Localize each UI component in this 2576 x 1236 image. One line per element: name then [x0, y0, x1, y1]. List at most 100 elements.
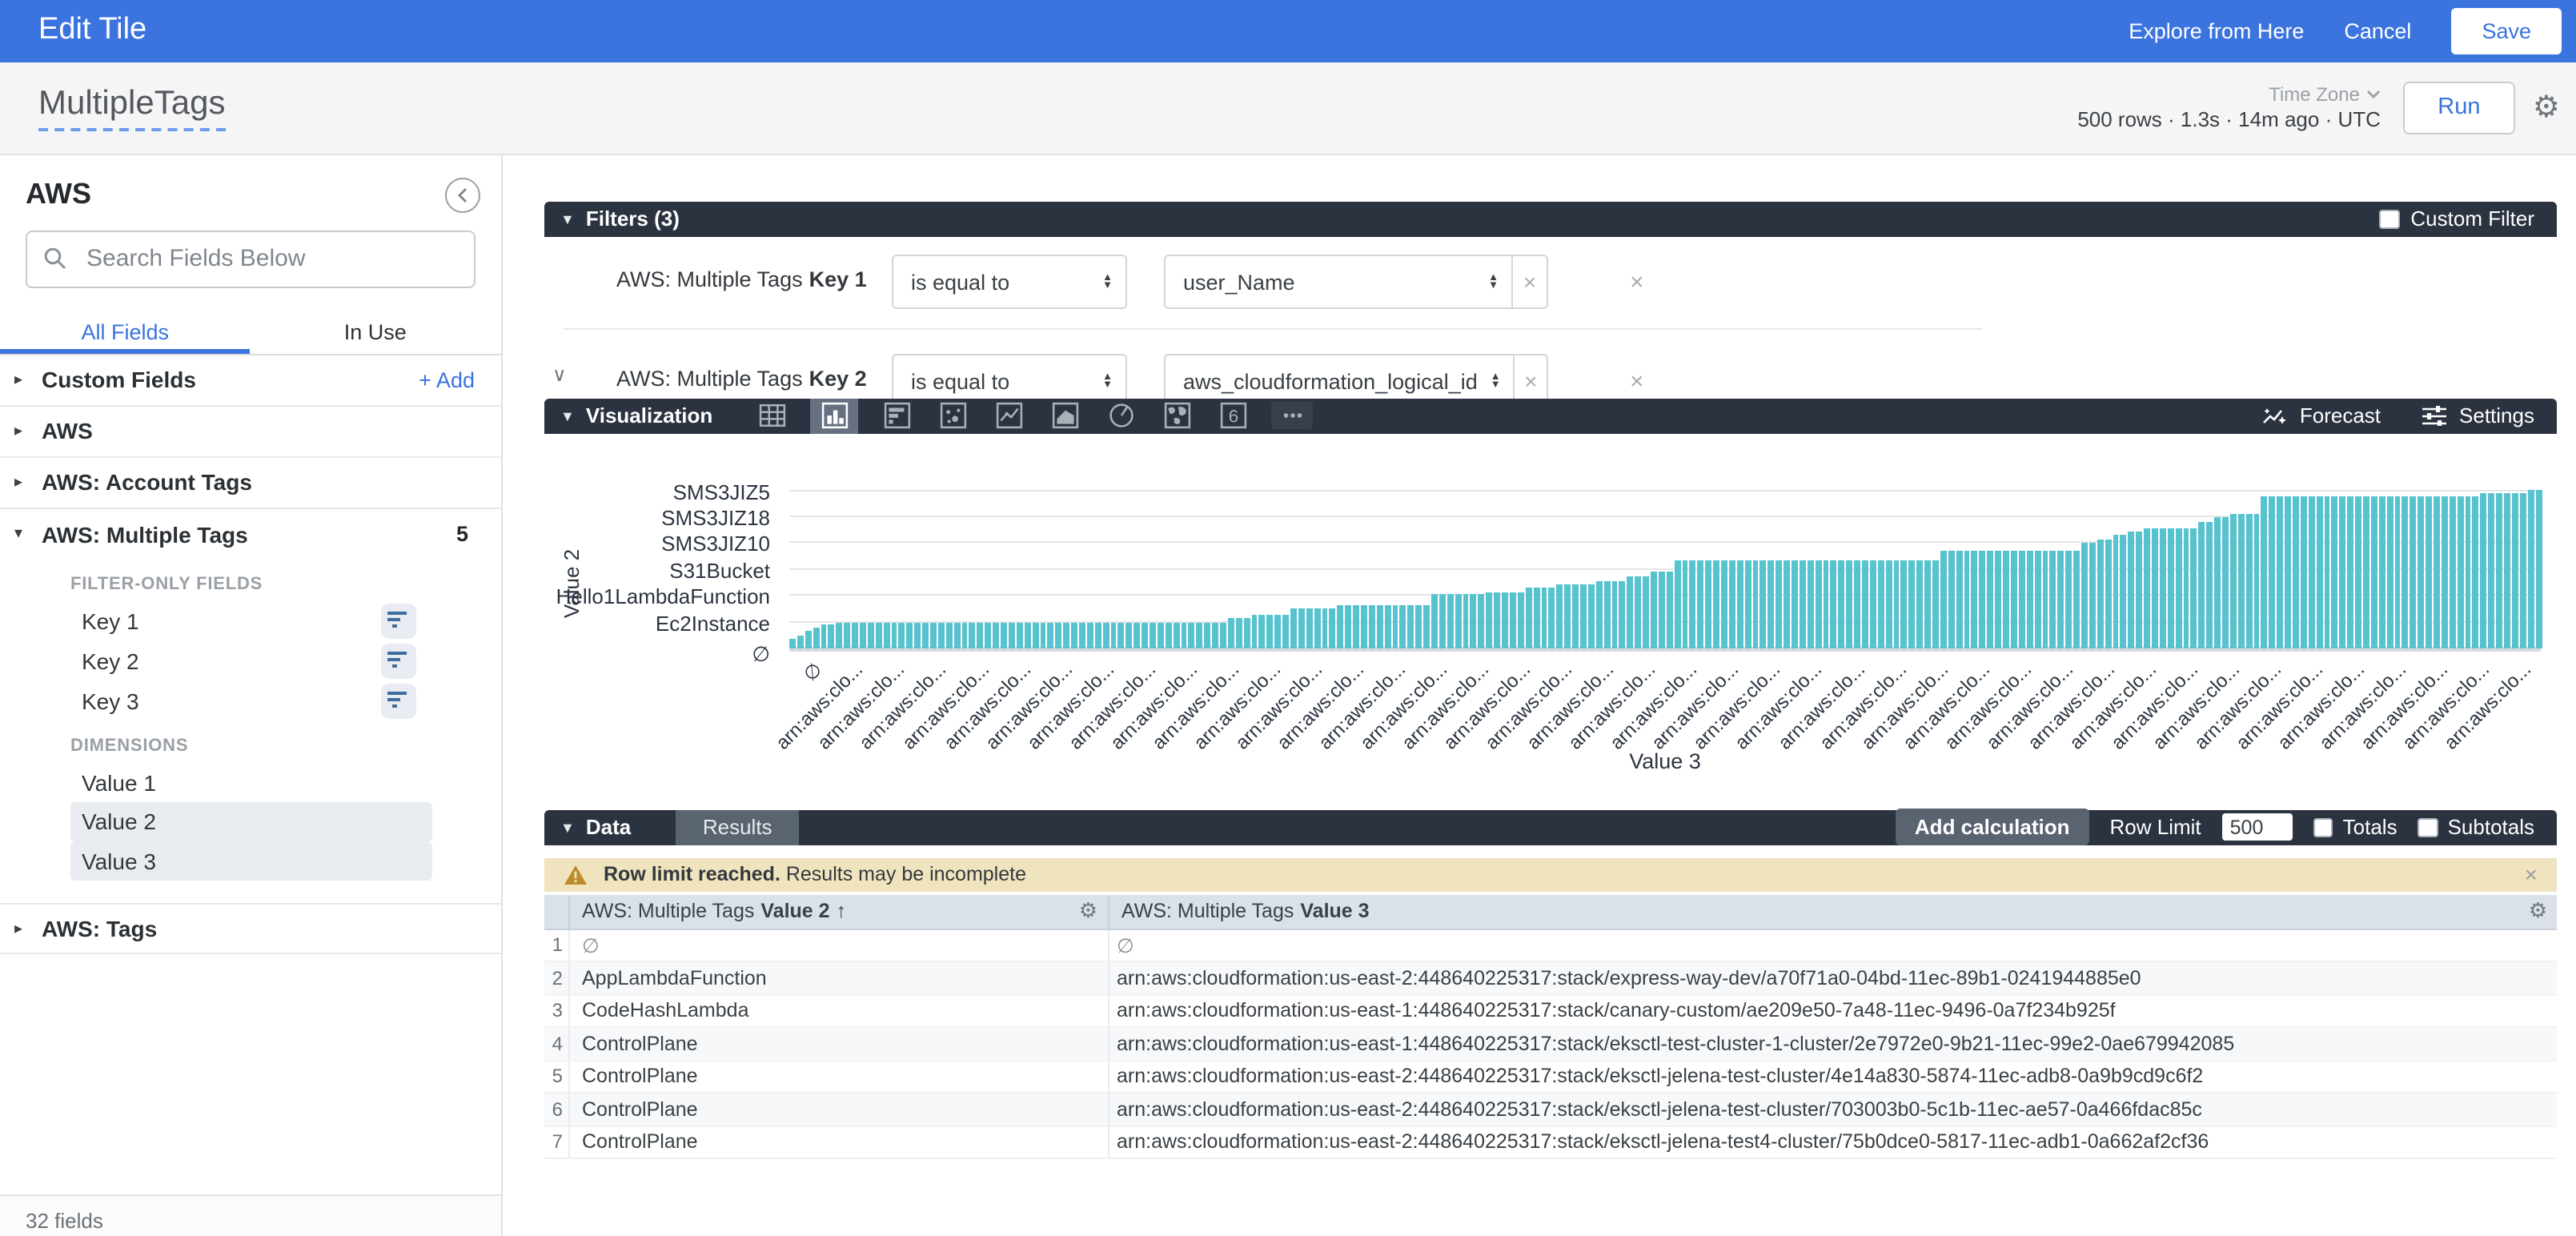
chart-bar[interactable]: [1839, 560, 1845, 648]
chart-bar[interactable]: [1032, 622, 1038, 648]
chart-bar[interactable]: [883, 622, 889, 648]
cell-value2[interactable]: ControlPlane: [569, 1061, 1109, 1092]
chart-bar[interactable]: [1259, 614, 1266, 648]
chart-bar[interactable]: [1345, 606, 1351, 648]
query-title[interactable]: MultipleTags: [38, 84, 225, 130]
chart-bar[interactable]: [1846, 560, 1852, 648]
chart-bar[interactable]: [1087, 622, 1093, 648]
chart-bar[interactable]: [1572, 584, 1579, 648]
chart-bar[interactable]: [1667, 572, 1673, 648]
chart-bar[interactable]: [1627, 577, 1634, 648]
chart-bar[interactable]: [2105, 540, 2111, 648]
chart-bar[interactable]: [829, 625, 835, 649]
subtotals-checkbox[interactable]: [2418, 817, 2438, 837]
chart-bar[interactable]: [1909, 560, 1916, 648]
chart-bar[interactable]: [1510, 592, 1516, 648]
viz-settings-button[interactable]: Settings: [2422, 404, 2534, 428]
cell-value2[interactable]: ControlPlane: [569, 1094, 1109, 1125]
chart-bar[interactable]: [1948, 552, 1955, 648]
chart-bar[interactable]: [1400, 606, 1406, 648]
chart-bar[interactable]: [1361, 606, 1367, 648]
tab-in-use[interactable]: In Use: [251, 313, 501, 353]
chart-bar[interactable]: [1924, 560, 1931, 648]
chart-bar[interactable]: [2285, 496, 2291, 648]
sort-arrow-icon[interactable]: ↑: [837, 900, 847, 922]
visualization-header[interactable]: ▼ Visualization: [544, 399, 2557, 433]
viz-column-icon-selected[interactable]: [810, 399, 858, 433]
chart-bar[interactable]: [1017, 622, 1023, 648]
chart-bar[interactable]: [2527, 490, 2534, 648]
chart-bar[interactable]: [1995, 552, 2001, 648]
chart-bar[interactable]: [2253, 514, 2260, 648]
chart-bar[interactable]: [1885, 560, 1892, 648]
filter-value-select[interactable]: user_Name ▲▼ ×: [1164, 255, 1548, 309]
chart-bar[interactable]: [2222, 517, 2229, 648]
chart-bar[interactable]: [1330, 609, 1336, 648]
chart-bar[interactable]: [2160, 528, 2166, 648]
chart-bar[interactable]: [1236, 618, 1242, 648]
chart-bar[interactable]: [2465, 496, 2471, 648]
chart-bar[interactable]: [2238, 514, 2245, 648]
table-row[interactable]: 6ControlPlanearn:aws:cloudformation:us-e…: [544, 1094, 2557, 1126]
chart-bar[interactable]: [2340, 496, 2346, 648]
field-search-box[interactable]: [26, 230, 475, 287]
chart-bar[interactable]: [1595, 580, 1602, 648]
chart-bar[interactable]: [1721, 560, 1727, 648]
chart-bar[interactable]: [2191, 528, 2197, 648]
cell-value2[interactable]: AppLambdaFunction: [569, 962, 1109, 993]
chart-bar[interactable]: [2426, 496, 2432, 648]
chart-bar[interactable]: [1338, 606, 1344, 648]
chart-bar[interactable]: [1001, 622, 1007, 648]
filter-by-field-button[interactable]: [380, 603, 415, 638]
chart-bar[interactable]: [1518, 592, 1524, 648]
chart-bar[interactable]: [1901, 560, 1908, 648]
sidebar-item-aws[interactable]: ▸ AWS: [0, 406, 500, 457]
totals-toggle[interactable]: Totals: [2313, 816, 2397, 840]
chart-bar[interactable]: [1392, 606, 1398, 648]
dismiss-warning-icon[interactable]: ×: [2525, 862, 2538, 888]
field-key-2[interactable]: Key 2: [0, 641, 500, 681]
chart-bar[interactable]: [1674, 560, 1680, 648]
column-gear-icon[interactable]: ⚙: [1079, 898, 1097, 924]
chart-bar[interactable]: [1776, 560, 1782, 648]
chart-bar[interactable]: [2214, 517, 2221, 648]
chart-bar[interactable]: [1267, 614, 1274, 648]
table-row[interactable]: 2AppLambdaFunctionarn:aws:cloudformation…: [544, 962, 2557, 995]
forecast-button[interactable]: Forecast: [2263, 404, 2381, 428]
cell-value3[interactable]: ∅: [1109, 933, 2557, 957]
chart-bar[interactable]: [977, 622, 984, 648]
filter-operator-select[interactable]: is equal to ▲▼: [892, 255, 1127, 309]
chart-bar[interactable]: [1197, 622, 1203, 648]
sidebar-item-aws-tags[interactable]: ▸ AWS: Tags: [0, 903, 500, 954]
chart-bar[interactable]: [1040, 622, 1046, 648]
data-header[interactable]: ▼ Data Results Add calculation Row Limit…: [544, 810, 2557, 845]
chart-bar[interactable]: [1314, 609, 1320, 648]
chart-bar[interactable]: [2489, 494, 2495, 649]
filter-value-select[interactable]: aws_cloudformation_logical_id ▲▼ ×: [1164, 354, 1548, 399]
chart-bar[interactable]: [1792, 560, 1798, 648]
chart-bar[interactable]: [1142, 622, 1148, 648]
chart-bar[interactable]: [2026, 552, 2032, 648]
cell-value2[interactable]: ControlPlane: [569, 1028, 1109, 1059]
chart-bar[interactable]: [1988, 552, 1994, 648]
chart-bar[interactable]: [946, 622, 953, 648]
chart-bar[interactable]: [1588, 584, 1595, 648]
chart-bar[interactable]: [1557, 584, 1563, 648]
sidebar-item-custom-fields[interactable]: ▸ Custom Fields + Add: [0, 355, 500, 406]
cell-value3[interactable]: arn:aws:cloudformation:us-east-1:4486402…: [1109, 1000, 2557, 1022]
chart-bar[interactable]: [1126, 622, 1133, 648]
chart-bar[interactable]: [2293, 496, 2299, 648]
row-limit-input[interactable]: [2222, 814, 2293, 841]
chart-bar[interactable]: [899, 622, 905, 648]
chart-bar[interactable]: [2386, 496, 2393, 648]
chart-bar[interactable]: [1353, 606, 1359, 648]
clear-value-icon[interactable]: ×: [1511, 256, 1547, 307]
chart-bar[interactable]: [860, 622, 866, 648]
cell-value3[interactable]: arn:aws:cloudformation:us-east-2:4486402…: [1109, 967, 2557, 989]
cell-value3[interactable]: arn:aws:cloudformation:us-east-2:4486402…: [1109, 1131, 2557, 1154]
chart-bar[interactable]: [2512, 494, 2518, 649]
chart-bar[interactable]: [1659, 572, 1665, 648]
chart-bar[interactable]: [1549, 588, 1555, 648]
remove-filter-icon[interactable]: ×: [1630, 268, 1644, 295]
chart-bar[interactable]: [2199, 523, 2205, 648]
